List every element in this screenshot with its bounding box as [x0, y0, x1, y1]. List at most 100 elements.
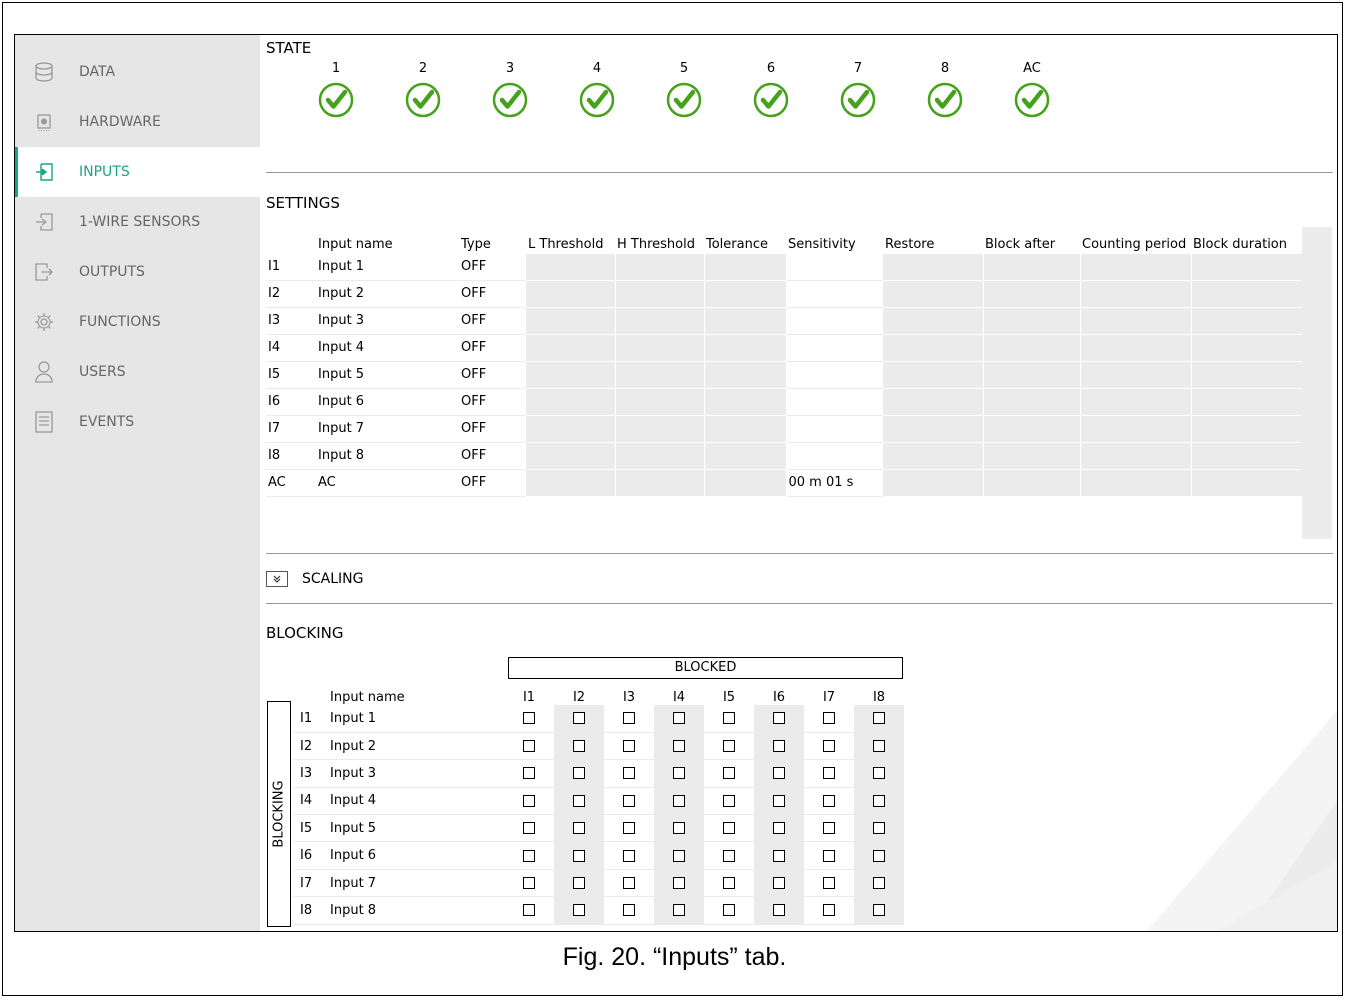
cell-type[interactable]: OFF: [459, 361, 526, 389]
block-checkbox[interactable]: [573, 794, 585, 807]
block-checkbox[interactable]: [673, 822, 685, 835]
block-checkbox[interactable]: [773, 712, 785, 725]
block-checkbox[interactable]: [523, 877, 535, 890]
block-checkbox[interactable]: [673, 849, 685, 862]
cell-name[interactable]: Input 8: [316, 442, 459, 470]
block-checkbox[interactable]: [773, 794, 785, 807]
block-checkbox[interactable]: [823, 904, 835, 917]
scaling-toggle[interactable]: SCALING: [266, 571, 364, 587]
sidebar-item-hardware[interactable]: HARDWARE: [15, 97, 260, 147]
sidebar-item-inputs[interactable]: INPUTS: [15, 147, 260, 197]
cell-name[interactable]: Input 2: [316, 280, 459, 308]
block-checkbox[interactable]: [573, 822, 585, 835]
block-checkbox[interactable]: [873, 904, 885, 917]
block-checkbox[interactable]: [673, 904, 685, 917]
block-checkbox[interactable]: [673, 740, 685, 753]
block-checkbox[interactable]: [873, 877, 885, 890]
block-checkbox[interactable]: [623, 822, 635, 835]
block-checkbox[interactable]: [773, 877, 785, 890]
block-checkbox[interactable]: [723, 767, 735, 780]
sidebar-item-users[interactable]: USERS: [15, 347, 260, 397]
block-checkbox[interactable]: [623, 849, 635, 862]
cell-name[interactable]: Input 6: [316, 388, 459, 416]
block-checkbox[interactable]: [773, 849, 785, 862]
cell-name[interactable]: Input 4: [316, 334, 459, 362]
cell-sensitivity[interactable]: [786, 253, 883, 281]
block-checkbox[interactable]: [823, 767, 835, 780]
block-checkbox[interactable]: [573, 767, 585, 780]
cell-sensitivity[interactable]: [786, 361, 883, 389]
table-row[interactable]: I2 Input 2 OFF: [266, 280, 1303, 308]
cell-name[interactable]: Input 7: [316, 415, 459, 443]
sidebar-item-functions[interactable]: FUNCTIONS: [15, 297, 260, 347]
cell-sensitivity[interactable]: [786, 307, 883, 335]
cell-sensitivity[interactable]: [786, 388, 883, 416]
cell-sensitivity[interactable]: 00 m 01 s: [786, 469, 883, 497]
block-checkbox[interactable]: [623, 877, 635, 890]
table-row[interactable]: I4 Input 4 OFF: [266, 334, 1303, 362]
table-row[interactable]: I8 Input 8 OFF: [266, 442, 1303, 470]
block-checkbox[interactable]: [723, 822, 735, 835]
cell-type[interactable]: OFF: [459, 334, 526, 362]
block-checkbox[interactable]: [673, 767, 685, 780]
block-checkbox[interactable]: [873, 767, 885, 780]
cell-type[interactable]: OFF: [459, 280, 526, 308]
block-checkbox[interactable]: [623, 712, 635, 725]
block-checkbox[interactable]: [873, 822, 885, 835]
cell-name[interactable]: Input 3: [316, 307, 459, 335]
sidebar-item-data[interactable]: DATA: [15, 47, 260, 97]
cell-name[interactable]: Input 1: [316, 253, 459, 281]
sidebar-item-outputs[interactable]: OUTPUTS: [15, 247, 260, 297]
block-checkbox[interactable]: [723, 740, 735, 753]
cell-type[interactable]: OFF: [459, 469, 526, 497]
vertical-scrollbar[interactable]: [1302, 227, 1332, 539]
block-checkbox[interactable]: [723, 712, 735, 725]
table-row[interactable]: I3 Input 3 OFF: [266, 307, 1303, 335]
block-checkbox[interactable]: [723, 849, 735, 862]
block-checkbox[interactable]: [573, 904, 585, 917]
block-checkbox[interactable]: [873, 849, 885, 862]
block-checkbox[interactable]: [723, 904, 735, 917]
block-checkbox[interactable]: [673, 794, 685, 807]
sidebar-item-events[interactable]: EVENTS: [15, 397, 260, 447]
block-checkbox[interactable]: [673, 877, 685, 890]
block-checkbox[interactable]: [873, 740, 885, 753]
cell-type[interactable]: OFF: [459, 442, 526, 470]
block-checkbox[interactable]: [823, 822, 835, 835]
block-checkbox[interactable]: [523, 794, 535, 807]
cell-sensitivity[interactable]: [786, 280, 883, 308]
block-checkbox[interactable]: [573, 877, 585, 890]
block-checkbox[interactable]: [823, 794, 835, 807]
block-checkbox[interactable]: [573, 712, 585, 725]
block-checkbox[interactable]: [823, 849, 835, 862]
block-checkbox[interactable]: [773, 740, 785, 753]
block-checkbox[interactable]: [723, 794, 735, 807]
block-checkbox[interactable]: [773, 767, 785, 780]
block-checkbox[interactable]: [823, 740, 835, 753]
block-checkbox[interactable]: [623, 767, 635, 780]
block-checkbox[interactable]: [523, 767, 535, 780]
cell-name[interactable]: AC: [316, 469, 459, 497]
block-checkbox[interactable]: [523, 740, 535, 753]
cell-type[interactable]: OFF: [459, 253, 526, 281]
cell-sensitivity[interactable]: [786, 442, 883, 470]
cell-type[interactable]: OFF: [459, 307, 526, 335]
cell-type[interactable]: OFF: [459, 415, 526, 443]
block-checkbox[interactable]: [823, 877, 835, 890]
block-checkbox[interactable]: [523, 849, 535, 862]
table-row[interactable]: I5 Input 5 OFF: [266, 361, 1303, 389]
table-row[interactable]: I1 Input 1 OFF: [266, 253, 1303, 281]
table-row[interactable]: I7 Input 7 OFF: [266, 415, 1303, 443]
block-checkbox[interactable]: [523, 822, 535, 835]
block-checkbox[interactable]: [523, 904, 535, 917]
block-checkbox[interactable]: [623, 904, 635, 917]
block-checkbox[interactable]: [773, 822, 785, 835]
block-checkbox[interactable]: [673, 712, 685, 725]
block-checkbox[interactable]: [773, 904, 785, 917]
table-row[interactable]: AC AC OFF 00 m 01 s: [266, 469, 1303, 497]
block-checkbox[interactable]: [623, 794, 635, 807]
cell-sensitivity[interactable]: [786, 334, 883, 362]
expand-chevron-icon[interactable]: [266, 571, 288, 587]
block-checkbox[interactable]: [873, 794, 885, 807]
block-checkbox[interactable]: [723, 877, 735, 890]
